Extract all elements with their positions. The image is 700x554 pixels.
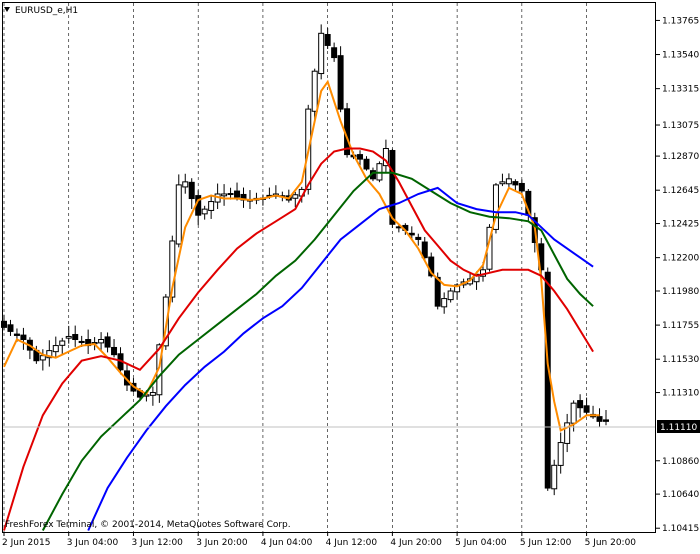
price-axis-label: 1.13765 <box>662 16 699 26</box>
candle-body-bearish <box>363 158 370 170</box>
candle-body-bullish <box>292 194 299 199</box>
price-axis-label: 1.11755 <box>662 321 699 331</box>
candle-body-bearish <box>518 182 525 192</box>
price-axis[interactable]: 1.13765 1.13540 1.13315 1.13075 1.12870 1.126… <box>655 16 699 534</box>
copyright-text: FreshForex Terminal, © 2001-2014, MetaQu… <box>5 520 291 530</box>
candle-body-bearish <box>20 334 27 340</box>
price-axis-label: 1.13540 <box>662 51 699 61</box>
candle-body-bullish <box>505 178 512 185</box>
candle-body-bullish <box>557 442 564 466</box>
candle-body-bullish <box>175 184 182 245</box>
candle-body-bearish <box>234 190 241 198</box>
candle-body-bullish <box>65 335 72 339</box>
candle-body-bearish <box>583 405 590 413</box>
candle-body-bearish <box>544 271 551 489</box>
candle-body-bullish <box>447 290 454 301</box>
price-axis-label: 1.11310 <box>662 389 699 399</box>
candle-body-bearish <box>337 55 344 110</box>
candle-body-bearish <box>408 232 415 236</box>
time-axis-label: 3 Jun 12:00 <box>131 538 183 548</box>
candle-body-bearish <box>596 416 603 422</box>
candle-body-bearish <box>577 400 584 409</box>
time-axis-label: 4 Jun 12:00 <box>326 538 378 548</box>
time-axis-label: 4 Jun 20:00 <box>390 538 442 548</box>
candle-body-bullish <box>441 298 448 308</box>
price-axis-label: 1.12200 <box>662 254 699 264</box>
time-axis-label: 5 Jun 20:00 <box>585 538 637 548</box>
price-marker-label: 1.11110 <box>660 423 697 433</box>
price-axis-label: 1.12870 <box>662 152 699 162</box>
candle-body-bearish <box>357 154 364 160</box>
candle[interactable] <box>337 46 344 113</box>
time-axis-label: 5 Jun 04:00 <box>455 538 507 548</box>
candle-body-bullish <box>318 32 325 75</box>
candle-body-bullish <box>201 208 208 215</box>
chart-canvas[interactable]: 1.13765 1.13540 1.13315 1.13075 1.12870 1.126… <box>0 0 700 550</box>
price-axis-label: 1.12425 <box>662 220 699 230</box>
price-axis-label: 1.12645 <box>662 186 699 196</box>
candle-body-bullish <box>39 355 46 361</box>
current-price-marker: 1.11110 <box>657 420 700 433</box>
candle-body-bearish <box>331 47 338 59</box>
candle-body-bullish <box>570 402 577 424</box>
price-chart[interactable]: 1.13765 1.13540 1.13315 1.13075 1.12870 1.126… <box>0 0 700 550</box>
candle-body-bearish <box>104 336 111 348</box>
candle-body-bullish <box>311 70 318 112</box>
plot-frame <box>2 2 656 533</box>
candle-body-bearish <box>1 320 7 328</box>
candle-body-bearish <box>188 181 195 200</box>
symbol-label: EURUSD_e,H1 <box>15 6 78 16</box>
time-axis-label: 3 Jun 20:00 <box>196 538 248 548</box>
candle-body-bearish <box>111 346 118 356</box>
candle-body-bearish <box>13 333 20 336</box>
time-axis-label: 5 Jun 12:00 <box>520 538 572 548</box>
symbol-title: EURUSD_e,H1 <box>4 6 78 16</box>
time-axis[interactable]: 2 Jun 2015 3 Jun 04:00 3 Jun 12:00 3 Jun 20… <box>2 532 636 548</box>
candle-body-bullish <box>98 338 105 344</box>
candle-body-bearish <box>415 236 422 240</box>
price-axis-label: 1.13315 <box>662 85 699 95</box>
candle-body-bearish <box>7 324 14 332</box>
candle-body-bearish <box>78 340 85 344</box>
price-axis-label: 1.10640 <box>662 490 699 500</box>
price-axis-label: 1.11530 <box>662 355 699 365</box>
candle-body-bearish <box>227 193 234 196</box>
candle-body-bullish <box>59 340 66 346</box>
candle-body-bullish <box>221 193 228 197</box>
price-axis-label: 1.11980 <box>662 287 699 297</box>
price-axis-label: 1.10860 <box>662 457 699 467</box>
candle-body-bullish <box>499 181 506 185</box>
candle-body-bullish <box>208 201 215 211</box>
candle-body-bullish <box>149 392 156 396</box>
time-axis-label: 4 Jun 04:00 <box>261 538 313 548</box>
candle-body-bearish <box>324 34 331 46</box>
time-axis-label: 3 Jun 04:00 <box>67 538 119 548</box>
candle-body-bearish <box>512 181 519 186</box>
price-axis-label: 1.10415 <box>662 524 699 534</box>
candle-body-bearish <box>603 419 609 422</box>
price-axis-label: 1.13075 <box>662 121 699 131</box>
candle-body-bearish <box>72 334 79 340</box>
candle[interactable] <box>175 174 182 248</box>
candle-body-bullish <box>551 464 558 490</box>
candle-body-bullish <box>182 181 189 188</box>
candle-body-bullish <box>52 345 59 353</box>
time-axis-label: 2 Jun 2015 <box>2 538 50 548</box>
